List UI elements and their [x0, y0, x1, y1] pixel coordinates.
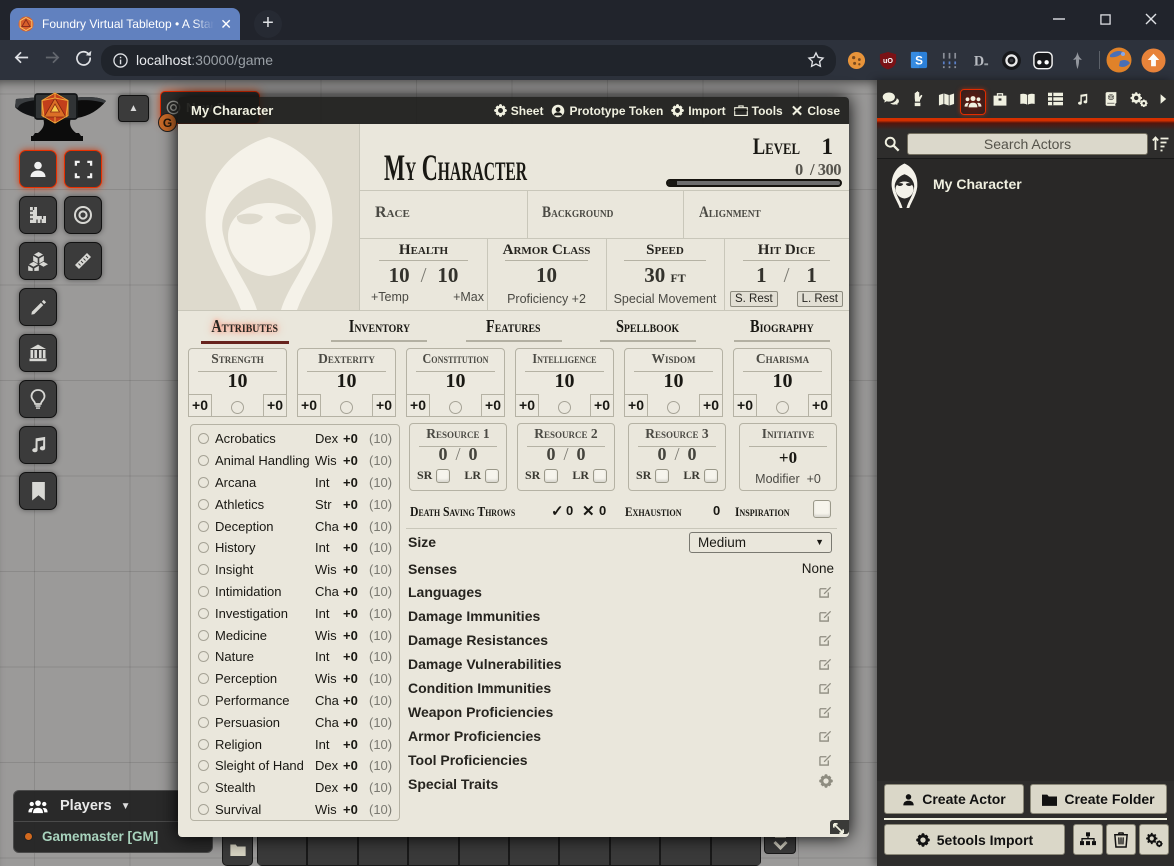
- svg-text:uO: uO: [883, 56, 893, 65]
- svg-text:S: S: [915, 55, 923, 68]
- svg-text:D: D: [974, 53, 984, 69]
